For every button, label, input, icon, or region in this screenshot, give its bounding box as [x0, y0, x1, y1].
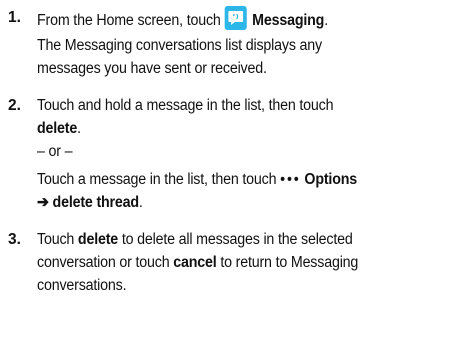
step-1-line-1: From the Home screen, touch Messaging. — [37, 6, 328, 33]
options-label: Options — [304, 171, 358, 188]
step-number: 2. — [8, 97, 21, 114]
step-text: conversation or touch — [37, 254, 170, 271]
messaging-label: Messaging — [252, 12, 325, 29]
step-1-desc-1: The Messaging conversations list display… — [37, 37, 322, 54]
step-3-line-3: conversations. — [37, 277, 127, 294]
delete-thread-keyword: delete thread — [52, 194, 140, 211]
period: . — [324, 12, 328, 29]
arrow-icon: ➔ — [37, 194, 49, 211]
step-3-line-2: conversation or touch cancel to return t… — [37, 251, 358, 275]
step-number: 1. — [8, 9, 21, 26]
step-2-alt-line-1: Touch a message in the list, then touch … — [37, 168, 357, 192]
step-number: 3. — [8, 231, 21, 248]
step-text: to delete all messages in the selected — [121, 231, 353, 248]
step-2-line-2: delete. — [37, 117, 81, 141]
cancel-keyword: cancel — [173, 254, 217, 271]
period: . — [77, 120, 81, 137]
step-2-alt-line-2: ➔ delete thread. — [37, 191, 143, 215]
delete-keyword: delete — [77, 231, 119, 248]
delete-keyword: delete — [37, 120, 78, 137]
step-text: From the Home screen, touch — [37, 12, 221, 29]
step-text: Touch a message in the list, then touch — [37, 171, 277, 188]
step-1-desc-2: messages you have sent or received. — [37, 60, 267, 77]
period: . — [138, 194, 143, 211]
or-separator: – or – — [37, 143, 73, 160]
messaging-app-icon — [224, 6, 247, 30]
step-2-line-1: Touch and hold a message in the list, th… — [37, 97, 334, 114]
step-text: to return to Messaging — [220, 254, 359, 271]
step-3-line-1: Touch delete to delete all messages in t… — [37, 228, 353, 252]
instruction-page: 1. From the Home screen, touch Messaging… — [0, 0, 465, 342]
step-text: Touch — [37, 231, 75, 248]
options-dots-icon: ••• — [280, 171, 301, 188]
